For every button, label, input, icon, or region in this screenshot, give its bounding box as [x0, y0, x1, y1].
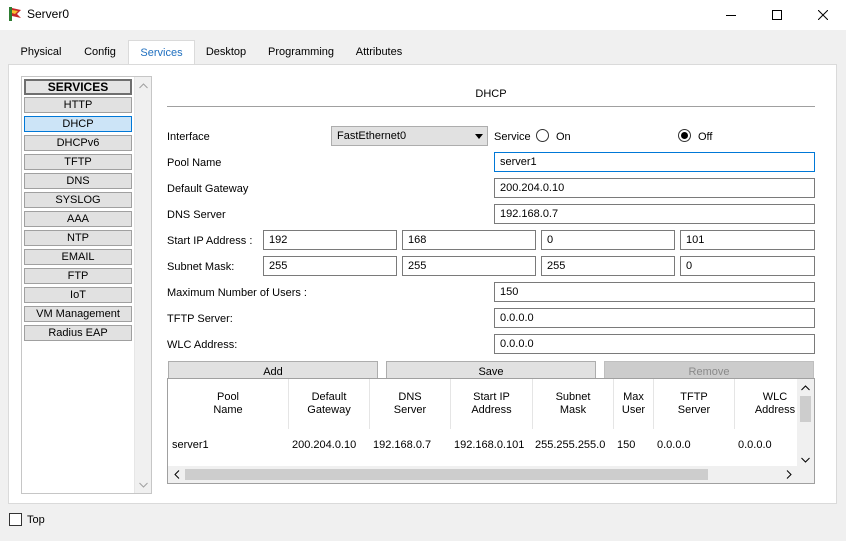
wlc-address-input[interactable]: 0.0.0.0	[494, 334, 815, 354]
cell-subnet-mask: 255.255.255.0	[535, 439, 606, 451]
max-users-input[interactable]: 150	[494, 282, 815, 302]
cell-tftp-server: 0.0.0.0	[657, 439, 691, 451]
service-item-dhcpv6[interactable]: DHCPv6	[24, 135, 132, 151]
scroll-up-icon[interactable]	[797, 379, 814, 396]
service-item-email[interactable]: EMAIL	[24, 249, 132, 265]
scroll-down-icon[interactable]	[135, 476, 152, 493]
services-header: SERVICES	[24, 79, 132, 95]
column-header-tftp-server[interactable]: TFTP Server	[654, 379, 735, 429]
start-ip-octet-2[interactable]: 168	[402, 230, 536, 250]
tab-config[interactable]: Config	[74, 40, 126, 64]
dns-server-input[interactable]: 192.168.0.7	[494, 204, 815, 224]
subnet-mask-octet-1[interactable]: 255	[263, 256, 397, 276]
service-on-label: On	[556, 131, 571, 143]
pool-name-label: Pool Name	[167, 157, 222, 169]
cell-dns-server: 192.168.0.7	[373, 439, 432, 451]
start-ip-octet-4[interactable]: 101	[680, 230, 815, 250]
service-off-radio[interactable]	[678, 129, 691, 142]
section-divider	[167, 106, 815, 107]
subnet-mask-octet-3[interactable]: 255	[541, 256, 675, 276]
tab-programming[interactable]: Programming	[261, 40, 341, 64]
services-sidebar: SERVICES HTTP DHCP DHCPv6 TFTP DNS SYSLO…	[21, 76, 152, 494]
column-header-max-user[interactable]: Max User	[614, 379, 654, 429]
sidebar-scrollbar[interactable]	[134, 77, 151, 493]
scroll-left-icon[interactable]	[168, 466, 185, 483]
start-ip-label: Start IP Address :	[167, 235, 253, 247]
table-vertical-scrollbar[interactable]	[797, 379, 814, 468]
tftp-server-label: TFTP Server:	[167, 313, 233, 325]
cell-wlc-address: 0.0.0.0	[738, 439, 772, 451]
tab-physical[interactable]: Physical	[12, 40, 70, 64]
cell-default-gateway: 200.204.0.10	[292, 439, 357, 451]
subnet-mask-octet-2[interactable]: 255	[402, 256, 536, 276]
max-users-label: Maximum Number of Users :	[167, 287, 307, 299]
service-item-dns[interactable]: DNS	[24, 173, 132, 189]
service-on-radio[interactable]	[536, 129, 549, 142]
top-label: Top	[27, 514, 45, 526]
start-ip-octet-1[interactable]: 192	[263, 230, 397, 250]
tftp-server-input[interactable]: 0.0.0.0	[494, 308, 815, 328]
cell-start-ip: 192.168.0.101	[454, 439, 525, 451]
chevron-down-icon	[475, 134, 483, 139]
close-button[interactable]	[800, 0, 846, 30]
subnet-mask-octet-4[interactable]: 0	[680, 256, 815, 276]
interface-select[interactable]: FastEthernet0	[331, 126, 488, 146]
service-item-ntp[interactable]: NTP	[24, 230, 132, 246]
dns-server-label: DNS Server	[167, 209, 226, 221]
column-header-pool-name[interactable]: Pool Name	[168, 379, 289, 429]
horizontal-scroll-thumb[interactable]	[185, 469, 708, 480]
server-app-icon	[7, 6, 23, 22]
services-panel: SERVICES HTTP DHCP DHCPv6 TFTP DNS SYSLO…	[8, 64, 837, 504]
dhcp-content: DHCP Interface FastEthernet0 Service On …	[167, 76, 828, 494]
tab-desktop[interactable]: Desktop	[197, 40, 255, 64]
service-item-aaa[interactable]: AAA	[24, 211, 132, 227]
column-header-subnet-mask[interactable]: Subnet Mask	[533, 379, 614, 429]
tab-services[interactable]: Services	[128, 40, 195, 68]
interface-label: Interface	[167, 131, 210, 143]
interface-select-value: FastEthernet0	[337, 130, 407, 142]
cell-max-user: 150	[617, 439, 636, 451]
pool-name-input[interactable]: server1	[494, 152, 815, 172]
scrollbar-corner	[797, 466, 814, 483]
scroll-right-icon[interactable]	[780, 466, 797, 483]
top-checkbox[interactable]	[9, 513, 22, 526]
scroll-up-icon[interactable]	[135, 77, 152, 94]
service-item-vm-management[interactable]: VM Management	[24, 306, 132, 322]
column-header-default-gateway[interactable]: Default Gateway	[289, 379, 370, 429]
table-horizontal-scrollbar[interactable]	[168, 466, 797, 483]
tab-attributes[interactable]: Attributes	[347, 40, 411, 64]
column-header-start-ip-address[interactable]: Start IP Address	[451, 379, 533, 429]
start-ip-octet-3[interactable]: 0	[541, 230, 675, 250]
service-item-tftp[interactable]: TFTP	[24, 154, 132, 170]
service-item-syslog[interactable]: SYSLOG	[24, 192, 132, 208]
services-list: SERVICES HTTP DHCP DHCPv6 TFTP DNS SYSLO…	[23, 78, 133, 344]
default-gateway-input[interactable]: 200.204.0.10	[494, 178, 815, 198]
service-item-dhcp[interactable]: DHCP	[24, 116, 132, 132]
service-item-ftp[interactable]: FTP	[24, 268, 132, 284]
column-header-dns-server[interactable]: DNS Server	[370, 379, 451, 429]
wlc-address-label: WLC Address:	[167, 339, 238, 351]
title-bar: Server0	[0, 0, 846, 30]
service-item-iot[interactable]: IoT	[24, 287, 132, 303]
service-label: Service	[494, 131, 531, 143]
pool-table: Pool Name Default Gateway DNS Server Sta…	[167, 378, 815, 484]
vertical-scroll-thumb[interactable]	[800, 396, 811, 422]
minimize-button[interactable]	[708, 0, 754, 30]
maximize-button[interactable]	[754, 0, 800, 30]
section-title: DHCP	[475, 88, 507, 100]
subnet-mask-label: Subnet Mask:	[167, 261, 235, 273]
cell-pool-name: server1	[172, 439, 209, 451]
service-off-label: Off	[698, 131, 713, 143]
service-item-radius-eap[interactable]: Radius EAP	[24, 325, 132, 341]
default-gateway-label: Default Gateway	[167, 183, 249, 195]
service-item-http[interactable]: HTTP	[24, 97, 132, 113]
window-title: Server0	[27, 7, 70, 21]
